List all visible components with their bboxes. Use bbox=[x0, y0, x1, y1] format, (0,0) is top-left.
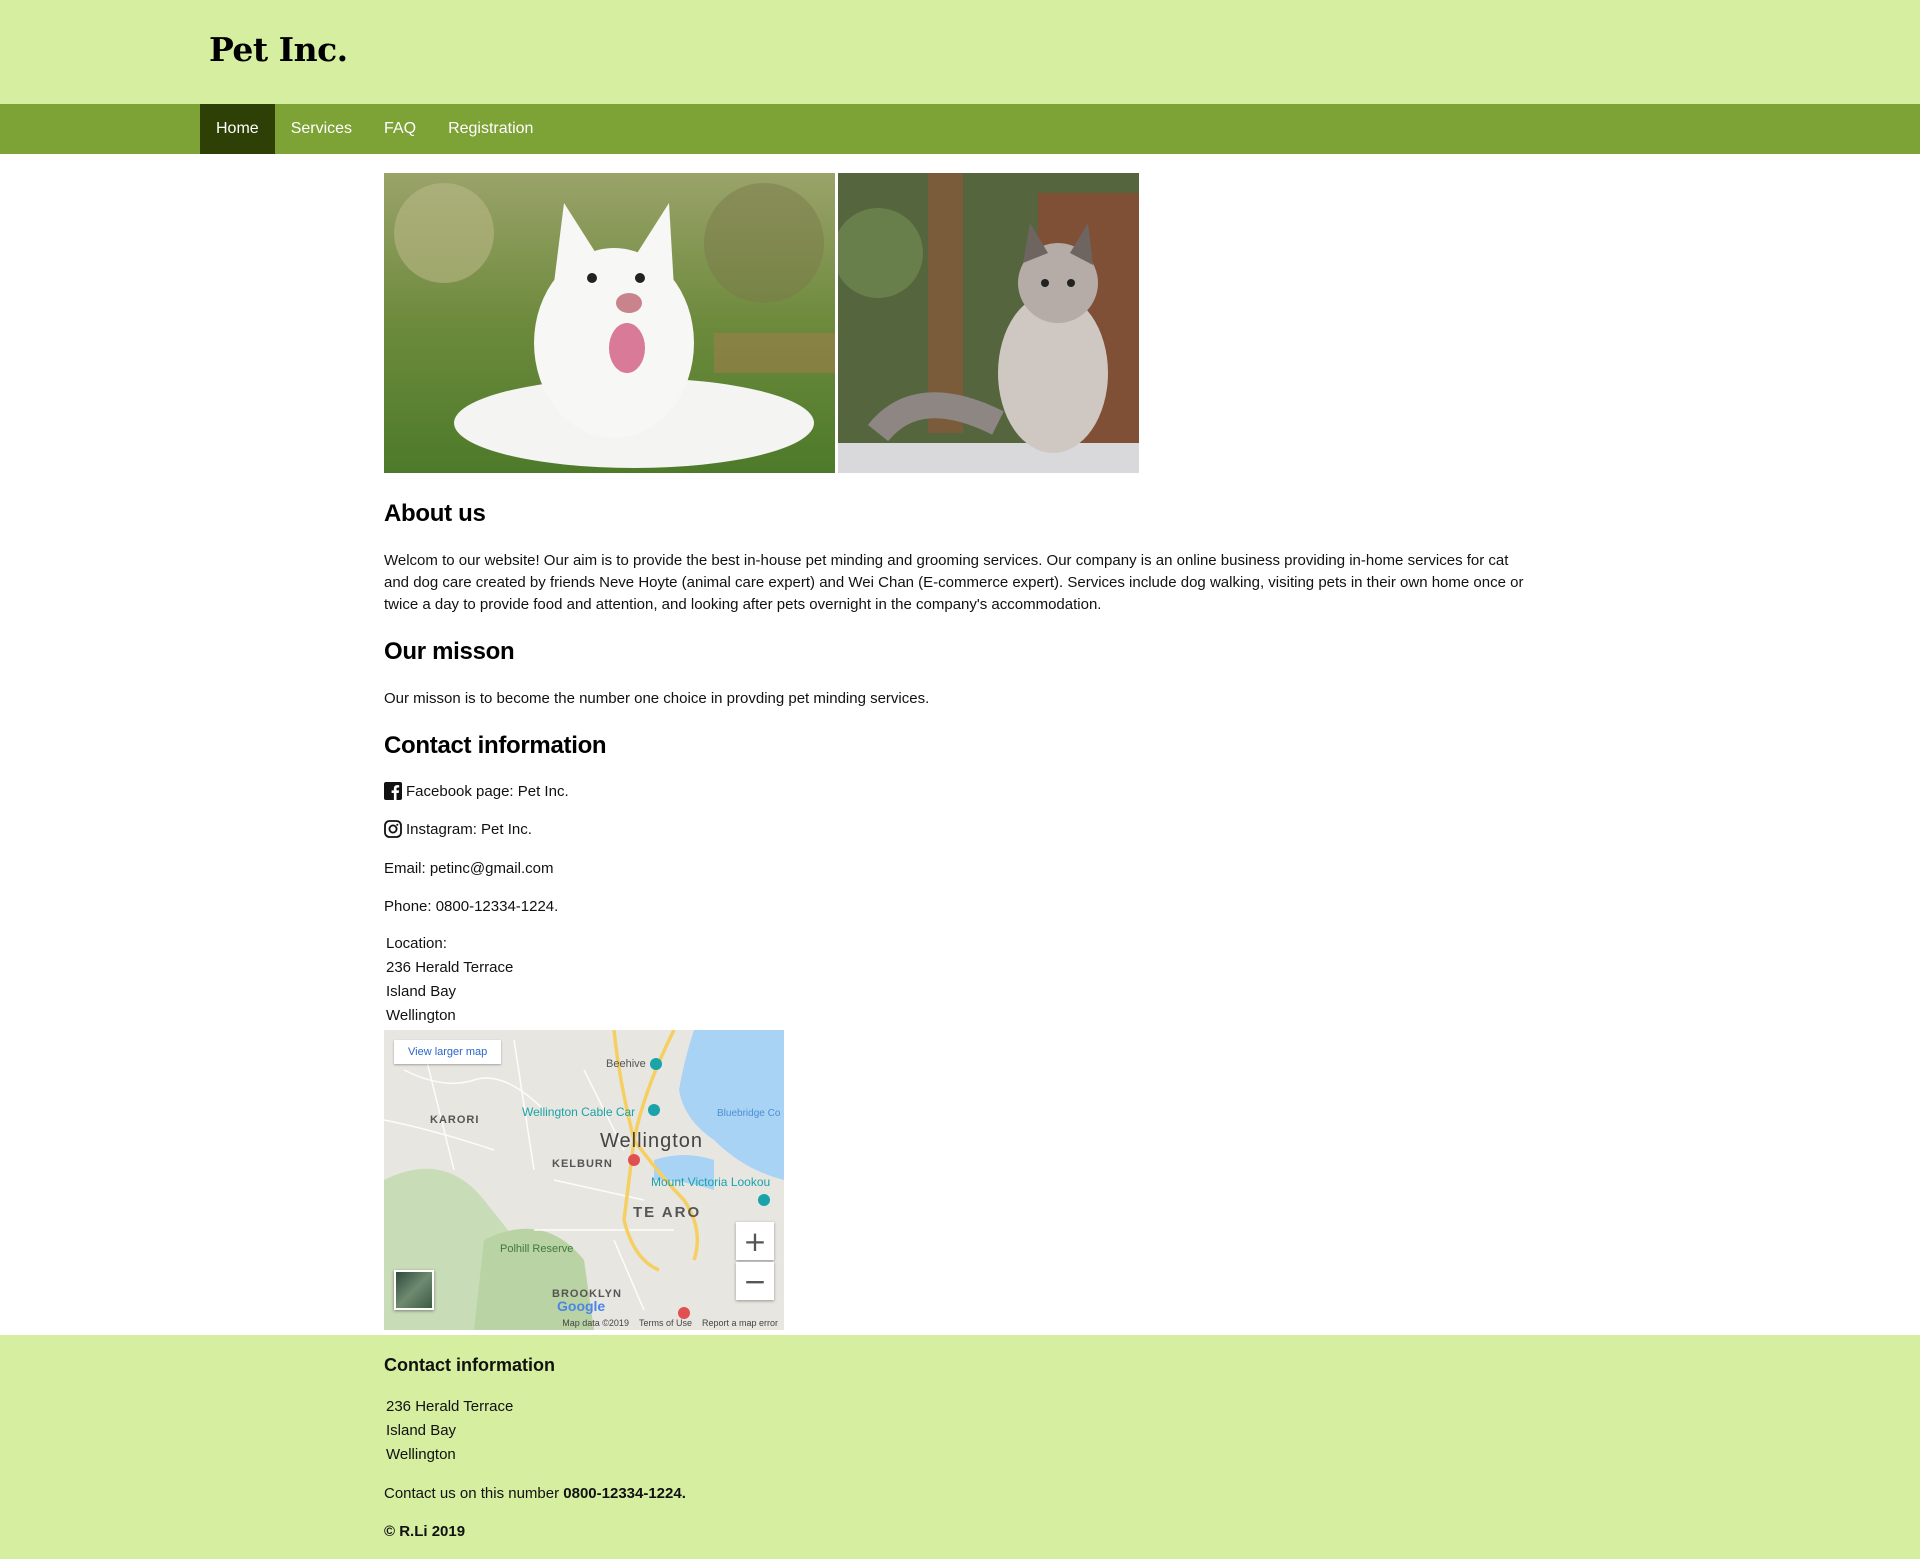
map-label-mount-victoria: Mount Victoria Lookou bbox=[651, 1175, 771, 1189]
footer-address-line-3: Wellington bbox=[386, 1446, 456, 1463]
zoom-in-button[interactable]: + bbox=[736, 1222, 774, 1260]
embedded-map[interactable]: Beehive KARORI Wellington Cable Car Blue… bbox=[384, 1030, 784, 1330]
nav-home[interactable]: Home bbox=[200, 104, 275, 154]
map-label-kelburn: KELBURN bbox=[552, 1158, 613, 1170]
location-block: Location: 236 Herald Terrace Island Bay … bbox=[386, 932, 513, 1028]
map-label-bluebridge: Bluebridge Co bbox=[717, 1108, 781, 1119]
site-footer: Contact information 236 Herald Terrace I… bbox=[0, 1335, 1920, 1559]
instagram-link[interactable]: Instagram: Pet Inc. bbox=[384, 820, 532, 838]
footer-address-line-1: 236 Herald Terrace bbox=[386, 1398, 514, 1415]
phone-line: Phone: 0800-12334-1224. bbox=[384, 898, 559, 915]
nav-services[interactable]: Services bbox=[275, 104, 368, 154]
terms-of-use-link[interactable]: Terms of Use bbox=[639, 1318, 692, 1328]
satellite-toggle[interactable] bbox=[394, 1270, 434, 1310]
copyright: © R.Li 2019 bbox=[384, 1523, 466, 1540]
email-line: Email: petinc@gmail.com bbox=[384, 860, 554, 877]
dog-photo bbox=[384, 173, 835, 473]
mission-heading: Our misson bbox=[384, 638, 515, 665]
address-line-1: 236 Herald Terrace bbox=[386, 959, 514, 976]
map-label-beehive: Beehive bbox=[606, 1058, 646, 1070]
instagram-text: Instagram: Pet Inc. bbox=[406, 820, 532, 838]
facebook-link[interactable]: Facebook page: Pet Inc. bbox=[384, 782, 569, 800]
zoom-out-button[interactable]: − bbox=[736, 1262, 774, 1300]
facebook-text: Facebook page: Pet Inc. bbox=[406, 782, 569, 800]
footer-call-prefix: Contact us on this number bbox=[384, 1485, 564, 1502]
footer-address-line-2: Island Bay bbox=[386, 1422, 457, 1439]
map-label-te-aro: TE ARO bbox=[633, 1204, 702, 1221]
nav-registration[interactable]: Registration bbox=[432, 104, 549, 154]
about-text: Welcom to our website! Our aim is to pro… bbox=[384, 552, 1524, 613]
footer-phone: 0800-12334-1224. bbox=[563, 1485, 686, 1502]
instagram-icon bbox=[384, 820, 402, 838]
main-nav: Home Services FAQ Registration bbox=[0, 104, 1920, 154]
view-larger-map-link[interactable]: View larger map bbox=[394, 1040, 502, 1064]
report-map-error-link[interactable]: Report a map error bbox=[702, 1318, 778, 1328]
footer-address: 236 Herald Terrace Island Bay Wellington bbox=[386, 1395, 513, 1467]
map-data-text: Map data ©2019 bbox=[562, 1318, 629, 1328]
map-label-wellington: Wellington bbox=[600, 1130, 704, 1152]
site-header: Pet Inc. bbox=[0, 0, 1920, 104]
address-line-2: Island Bay bbox=[386, 983, 457, 1000]
footer-contact-number: Contact us on this number 0800-12334-122… bbox=[384, 1485, 686, 1502]
nav-faq[interactable]: FAQ bbox=[368, 104, 432, 154]
address-line-3: Wellington bbox=[386, 1007, 456, 1024]
google-logo: Google bbox=[557, 1298, 606, 1314]
map-label-karori: KARORI bbox=[430, 1114, 480, 1126]
location-label: Location: bbox=[386, 935, 447, 952]
cat-photo bbox=[838, 173, 1139, 473]
footer-heading: Contact information bbox=[384, 1355, 555, 1375]
map-label-polhill: Polhill Reserve bbox=[500, 1243, 574, 1255]
facebook-icon bbox=[384, 782, 402, 800]
contact-heading: Contact information bbox=[384, 732, 607, 759]
map-footer: Map data ©2019 Terms of Use Report a map… bbox=[562, 1318, 778, 1328]
about-heading: About us bbox=[384, 500, 486, 527]
mission-text: Our misson is to become the number one c… bbox=[384, 690, 930, 707]
site-logo[interactable]: Pet Inc. bbox=[209, 30, 348, 69]
map-label-cable-car: Wellington Cable Car bbox=[522, 1105, 636, 1119]
